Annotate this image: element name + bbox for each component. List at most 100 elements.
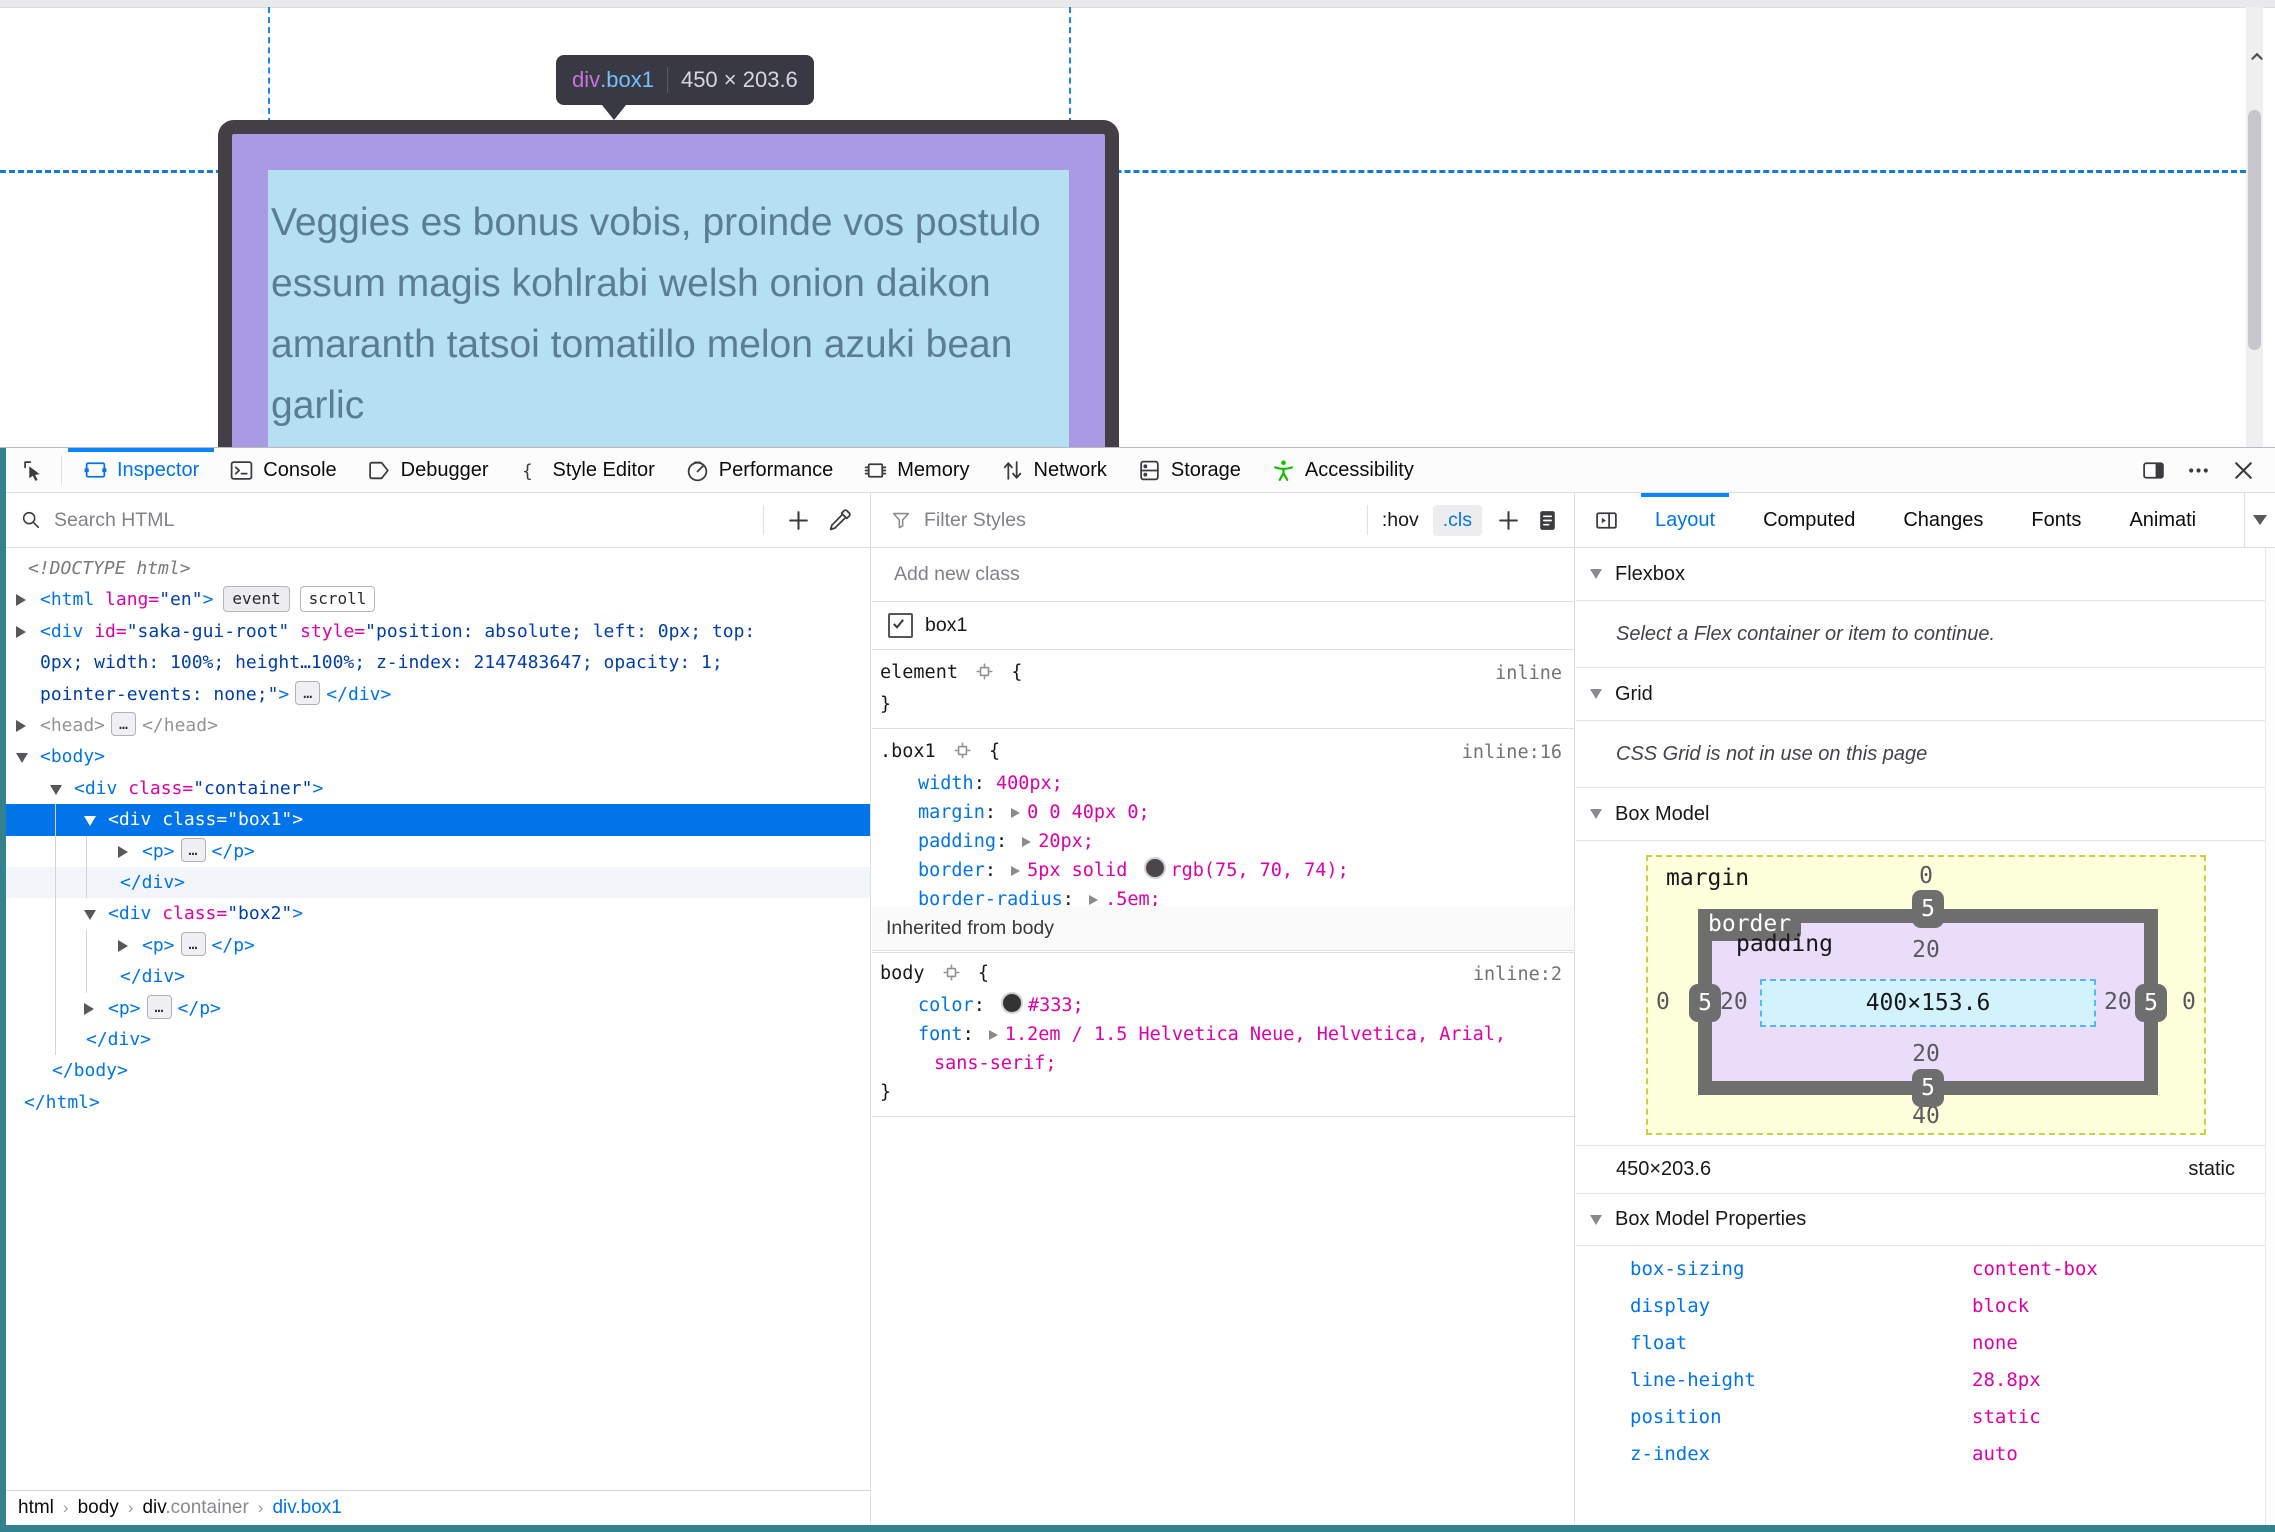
toolbox-tab-network[interactable]: Network — [985, 448, 1122, 493]
class-panel-toggle[interactable]: .cls — [1432, 504, 1482, 536]
box-model-property-row[interactable]: float none — [1576, 1325, 2275, 1362]
grid-section-header[interactable]: Grid — [1576, 668, 2275, 721]
border-top-value[interactable]: 5 — [1912, 890, 1944, 928]
sidebar-tab-changes[interactable]: Changes — [1879, 493, 2007, 548]
collapse-twisty-icon[interactable] — [84, 910, 96, 921]
markup-row[interactable]: <body> — [0, 741, 870, 772]
markup-row[interactable]: <head>… </head> — [0, 710, 870, 741]
padding-left-value[interactable]: 20 — [1720, 989, 1748, 1015]
expand-twisty-icon[interactable] — [16, 594, 26, 607]
rule-source-link[interactable]: inline — [1495, 659, 1562, 688]
markup-row[interactable]: <p>… </p> — [0, 993, 870, 1024]
css-declaration[interactable]: margin: 0 0 40px 0; — [872, 798, 1574, 827]
collapsed-content-chip[interactable]: … — [180, 931, 206, 956]
markup-row[interactable]: <div id="saka-gui-root" style="position:… — [0, 616, 870, 647]
markup-row[interactable]: <div class="box2"> — [0, 898, 870, 929]
css-declaration[interactable]: padding: 20px; — [872, 827, 1574, 856]
class-checkbox[interactable] — [888, 613, 913, 638]
page-scrollbar[interactable] — [2246, 7, 2263, 447]
expand-shorthand-icon[interactable] — [1011, 808, 1021, 818]
collapse-twisty-icon[interactable] — [84, 816, 96, 827]
markup-row[interactable]: </div> — [0, 867, 870, 899]
markup-row[interactable]: </body> — [0, 1055, 870, 1086]
expand-shorthand-icon[interactable] — [1011, 866, 1021, 876]
sidebar-tab-animati[interactable]: Animati — [2105, 493, 2220, 548]
markup-row[interactable]: </html> — [0, 1087, 870, 1118]
add-node-icon[interactable] — [786, 508, 811, 533]
expand-twisty-icon[interactable] — [118, 939, 128, 952]
layout-pane-scrollbar[interactable] — [2265, 548, 2275, 1525]
color-swatch[interactable] — [1143, 857, 1166, 879]
pseudo-class-toggle[interactable]: :hov — [1382, 509, 1419, 532]
box-model-property-row[interactable]: line-height 28.8px — [1576, 1362, 2275, 1399]
expand-twisty-icon[interactable] — [84, 1002, 94, 1015]
expand-twisty-icon[interactable] — [16, 720, 26, 732]
expand-twisty-icon[interactable] — [118, 845, 128, 858]
collapsed-content-chip[interactable]: … — [180, 837, 206, 862]
markup-row[interactable]: <p>… </p> — [0, 930, 870, 961]
collapsed-content-chip[interactable]: … — [111, 712, 137, 736]
css-declaration[interactable]: width: 400px; — [872, 769, 1574, 798]
markup-row[interactable]: <div class="box1"> — [0, 804, 870, 836]
margin-top-value[interactable]: 0 — [1648, 863, 2204, 889]
padding-right-value[interactable]: 20 — [2104, 989, 2132, 1015]
sidebar-tab-fonts[interactable]: Fonts — [2007, 493, 2105, 548]
filter-styles-input[interactable] — [922, 507, 1367, 533]
box-model-property-row[interactable]: box-sizing content-box — [1576, 1251, 2275, 1288]
box-model-property-row[interactable]: z-index auto — [1576, 1436, 2275, 1473]
toolbox-tab-debugger[interactable]: Debugger — [352, 448, 504, 493]
breadcrumb-item[interactable]: body — [78, 1497, 119, 1519]
scroll-badge[interactable]: scroll — [299, 586, 376, 613]
search-input[interactable] — [52, 507, 757, 533]
eyedropper-icon[interactable] — [827, 508, 852, 533]
boxmodel-properties-header[interactable]: Box Model Properties — [1576, 1193, 2275, 1246]
content-box[interactable]: 400×153.6 — [1760, 979, 2096, 1027]
expand-shorthand-icon[interactable] — [988, 1030, 998, 1040]
add-class-input[interactable] — [892, 562, 1528, 587]
markup-row[interactable]: <div class="container"> — [0, 773, 870, 804]
print-simulation-icon[interactable] — [1535, 508, 1560, 533]
markup-row[interactable]: pointer-events: none;">… </div> — [0, 679, 870, 710]
sidebar-tab-computed[interactable]: Computed — [1739, 493, 1879, 548]
padding-top-value[interactable]: 20 — [1648, 937, 2204, 963]
sidebar-tabs-overflow[interactable] — [2244, 492, 2275, 548]
margin-left-value[interactable]: 0 — [1656, 989, 1670, 1015]
markup-row[interactable]: <p>… </p> — [0, 836, 870, 867]
split-console-icon[interactable] — [2138, 455, 2169, 486]
color-swatch[interactable] — [1000, 992, 1023, 1014]
markup-row[interactable]: 0px; width: 100%; height…100%; z-index: … — [0, 647, 870, 678]
rule-source-link[interactable]: inline:2 — [1473, 960, 1562, 989]
class-checkbox-label[interactable]: box1 — [925, 614, 967, 637]
markup-row[interactable]: <html lang="en"> event scroll — [0, 584, 870, 615]
markup-row[interactable]: <!DOCTYPE html> — [0, 553, 870, 584]
collapsed-content-chip[interactable]: … — [295, 680, 321, 705]
expand-shorthand-icon[interactable] — [1022, 837, 1032, 847]
css-declaration[interactable]: color: #333; — [872, 991, 1574, 1020]
padding-bottom-value[interactable]: 20 — [1648, 1041, 2204, 1067]
toolbox-tab-memory[interactable]: Memory — [848, 448, 984, 493]
toolbox-tab-inspector[interactable]: Inspector — [68, 447, 215, 493]
boxmodel-section-header[interactable]: Box Model — [1576, 788, 2275, 841]
box-model-property-row[interactable]: position static — [1576, 1399, 2275, 1436]
margin-right-value[interactable]: 0 — [2182, 989, 2196, 1015]
highlight-selector-icon[interactable] — [975, 661, 994, 690]
collapsed-content-chip[interactable]: … — [146, 994, 172, 1019]
collapse-twisty-icon[interactable] — [50, 784, 62, 795]
rule-selector[interactable]: element { — [872, 658, 1574, 690]
breadcrumb-item[interactable]: div.container — [142, 1497, 248, 1519]
toolbox-tab-style-editor[interactable]: { } Style Editor — [504, 448, 670, 493]
node-picker-icon[interactable] — [14, 454, 55, 487]
rule-source-link[interactable]: inline:16 — [1462, 738, 1562, 767]
border-bottom-value[interactable]: 5 — [1912, 1069, 1944, 1107]
sidebar-toggle-icon[interactable] — [1594, 508, 1619, 533]
close-icon[interactable] — [2228, 455, 2259, 486]
border-right-value[interactable]: 5 — [2135, 984, 2167, 1022]
toolbox-tab-storage[interactable]: Storage — [1122, 448, 1256, 493]
collapse-twisty-icon[interactable] — [16, 753, 28, 764]
flexbox-section-header[interactable]: Flexbox — [1576, 548, 2275, 601]
expand-shorthand-icon[interactable] — [1089, 895, 1099, 905]
css-declaration[interactable]: font: 1.2em / 1.5 Helvetica Neue, Helvet… — [872, 1020, 1574, 1049]
highlight-selector-icon[interactable] — [942, 962, 961, 991]
toolbox-tab-performance[interactable]: Performance — [670, 448, 849, 493]
markup-row[interactable]: </div> — [0, 1024, 870, 1055]
